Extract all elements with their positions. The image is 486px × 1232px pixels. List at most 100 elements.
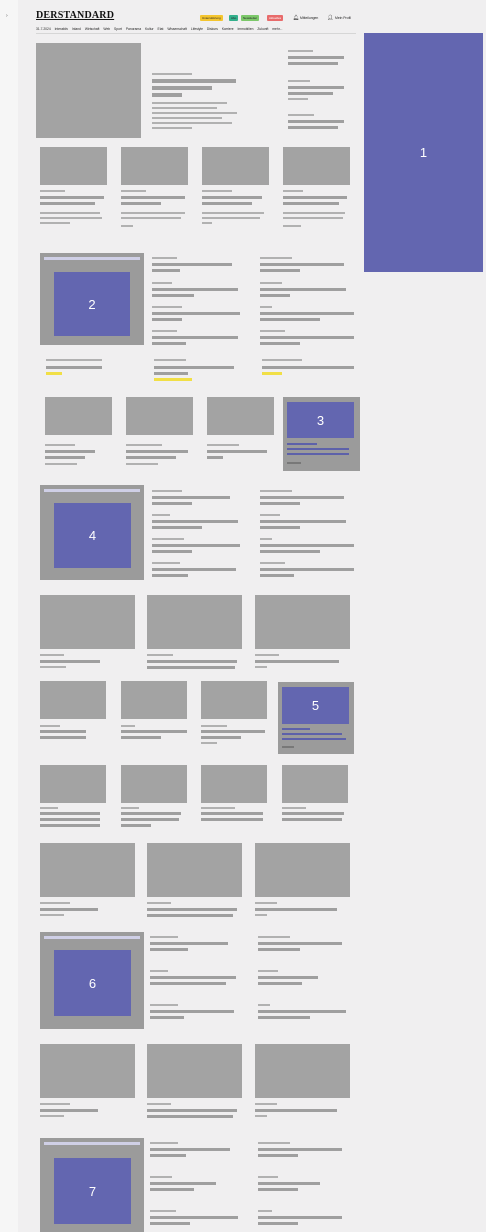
article-headline[interactable]	[260, 550, 320, 553]
article-headline[interactable]	[126, 456, 176, 459]
pill-aktuelles[interactable]: Aktuelles	[267, 15, 284, 21]
article-headline[interactable]	[201, 818, 263, 821]
article-headline[interactable]	[260, 568, 354, 571]
article-image[interactable]	[40, 147, 107, 185]
article-headline[interactable]	[152, 520, 238, 523]
ad-slot-1[interactable]: 1	[364, 33, 483, 272]
article-headline[interactable]	[150, 1010, 234, 1013]
article-headline[interactable]	[46, 366, 102, 369]
article-headline[interactable]	[255, 908, 337, 911]
article-headline[interactable]	[150, 1016, 184, 1019]
nav-item[interactable]: Lifestyle	[191, 27, 203, 31]
article-headline[interactable]	[207, 456, 223, 459]
article-headline[interactable]	[152, 294, 194, 297]
article-headline[interactable]	[258, 1016, 310, 1019]
article-headline[interactable]	[258, 1182, 320, 1185]
nav-item[interactable]: Etat	[158, 27, 164, 31]
article-headline[interactable]	[260, 336, 354, 339]
article-headline[interactable]	[152, 318, 182, 321]
article-headline[interactable]	[152, 544, 240, 547]
article-image[interactable]	[207, 397, 274, 435]
article-image[interactable]	[40, 1044, 135, 1098]
nav-item[interactable]: Interaktiv	[55, 27, 68, 31]
article-image[interactable]	[40, 595, 135, 649]
ad-slot-7[interactable]: 7	[54, 1158, 131, 1224]
bell-icon[interactable]: 🔔︎	[293, 15, 299, 21]
nav-item[interactable]: Immobilien	[237, 27, 253, 31]
logo[interactable]: DERSTANDARD	[36, 10, 114, 21]
article-headline[interactable]	[260, 496, 344, 499]
article-headline[interactable]	[258, 1154, 298, 1157]
article-image[interactable]	[121, 147, 188, 185]
article-headline[interactable]	[40, 812, 100, 815]
article-image[interactable]	[201, 765, 267, 803]
article-headline[interactable]	[150, 976, 236, 979]
article-headline[interactable]	[283, 196, 347, 199]
article-image[interactable]	[40, 681, 106, 719]
profile-link[interactable]: Mein Profil	[335, 16, 351, 20]
article-image[interactable]	[283, 147, 350, 185]
article-headline[interactable]	[260, 544, 354, 547]
article-headline[interactable]	[147, 660, 237, 663]
article-headline[interactable]	[282, 818, 342, 821]
article-headline[interactable]	[260, 520, 346, 523]
article-image[interactable]	[36, 43, 141, 138]
article-headline[interactable]	[40, 908, 98, 911]
messages-link[interactable]: Mitteilungen	[300, 16, 318, 20]
article-image[interactable]	[40, 765, 106, 803]
article-headline[interactable]	[150, 982, 226, 985]
article-image[interactable]	[147, 843, 242, 897]
article-headline[interactable]	[121, 730, 187, 733]
ad-slot-2[interactable]: 2	[54, 272, 130, 336]
article-headline[interactable]	[152, 336, 238, 339]
ad-slot-4[interactable]: 4	[54, 503, 131, 568]
article-headline[interactable]	[207, 450, 267, 453]
article-headline[interactable]	[262, 366, 354, 369]
article-headline[interactable]	[152, 79, 236, 83]
article-image[interactable]	[121, 681, 187, 719]
article-headline[interactable]	[147, 914, 233, 917]
nav-item[interactable]: Wissenschaft	[167, 27, 187, 31]
article-image[interactable]	[40, 843, 135, 897]
article-image[interactable]	[202, 147, 269, 185]
collapse-icon[interactable]: ›	[6, 13, 8, 19]
article-headline[interactable]	[40, 196, 104, 199]
article-headline[interactable]	[121, 196, 185, 199]
article-headline[interactable]	[40, 202, 95, 205]
pill-support[interactable]: Unterstützung	[200, 15, 223, 21]
article-image[interactable]	[201, 681, 267, 719]
article-headline[interactable]	[288, 92, 333, 95]
article-image[interactable]	[121, 765, 187, 803]
tag-badge[interactable]	[46, 372, 62, 375]
article-headline[interactable]	[152, 263, 232, 266]
article-headline[interactable]	[258, 1222, 298, 1225]
article-headline[interactable]	[258, 976, 318, 979]
article-headline[interactable]	[40, 660, 100, 663]
article-headline[interactable]	[152, 496, 230, 499]
article-headline[interactable]	[260, 574, 294, 577]
nav-item[interactable]: mehr...	[272, 27, 282, 31]
article-headline[interactable]	[258, 948, 300, 951]
nav-item[interactable]: Web	[103, 27, 110, 31]
article-headline[interactable]	[150, 1148, 230, 1151]
article-headline[interactable]	[147, 666, 235, 669]
nav-item[interactable]: Diskurs	[207, 27, 218, 31]
article-headline[interactable]	[260, 318, 320, 321]
article-image[interactable]	[126, 397, 193, 435]
article-headline[interactable]	[258, 1148, 342, 1151]
article-headline[interactable]	[201, 812, 263, 815]
article-headline[interactable]	[258, 1216, 342, 1219]
article-headline[interactable]	[201, 736, 241, 739]
pill-abo[interactable]: Abo	[229, 15, 239, 21]
article-headline[interactable]	[255, 660, 339, 663]
article-headline[interactable]	[288, 62, 338, 65]
article-headline[interactable]	[150, 1222, 190, 1225]
nav-item[interactable]: Karriere	[222, 27, 234, 31]
article-image[interactable]	[255, 595, 350, 649]
tag-badge[interactable]	[262, 372, 282, 375]
article-headline[interactable]	[152, 502, 192, 505]
article-headline[interactable]	[152, 568, 236, 571]
article-headline[interactable]	[255, 1109, 337, 1112]
article-headline[interactable]	[150, 1216, 238, 1219]
article-headline[interactable]	[121, 818, 179, 821]
